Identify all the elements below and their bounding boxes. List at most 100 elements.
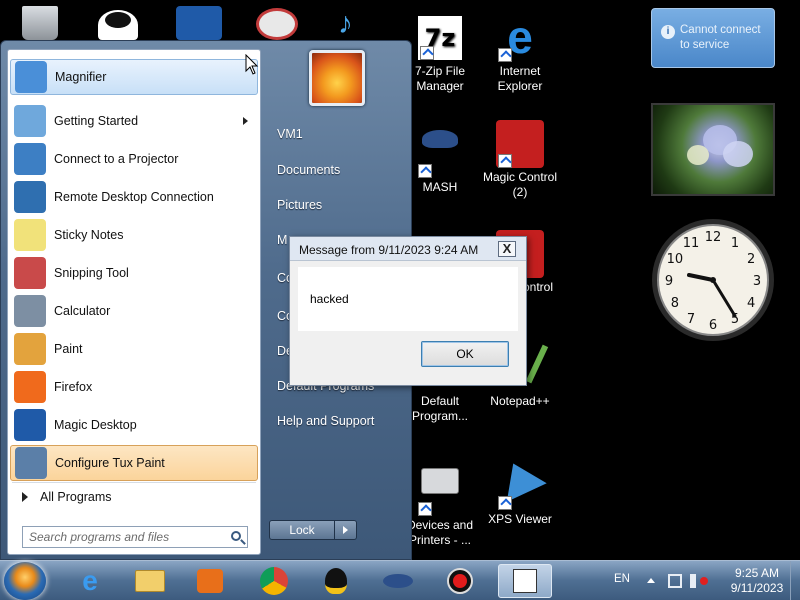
start-program-label: Snipping Tool bbox=[54, 266, 129, 280]
search-icon bbox=[231, 531, 241, 541]
clock-numeral: 2 bbox=[747, 252, 755, 267]
desktop-icon-mash[interactable]: MASH bbox=[402, 120, 478, 195]
show-desktop-button[interactable] bbox=[790, 561, 800, 600]
start-menu-programs-pane: Magnifier Getting Started Connect to a Pro… bbox=[7, 49, 261, 555]
desktop-icon-label: Default Program... bbox=[411, 394, 468, 423]
desktop-icon-label: MASH bbox=[422, 180, 458, 194]
magic-control-icon bbox=[496, 120, 544, 168]
start-program-item[interactable]: Sticky Notes bbox=[10, 217, 258, 253]
info-icon: i bbox=[661, 25, 675, 39]
start-program-label: Getting Started bbox=[54, 114, 139, 128]
clock-numeral: 10 bbox=[667, 252, 684, 267]
start-link-help-support[interactable]: Help and Support bbox=[277, 414, 374, 428]
tux-paint-config-icon bbox=[15, 447, 47, 479]
start-program-label: Magnifier bbox=[55, 70, 107, 84]
start-program-item[interactable]: Firefox bbox=[10, 369, 258, 405]
taskbar-mash-icon[interactable] bbox=[374, 564, 422, 598]
start-program-label: Magic Desktop bbox=[54, 418, 137, 432]
start-program-item[interactable]: Magnifier bbox=[10, 59, 258, 95]
start-program-item[interactable]: Calculator bbox=[10, 293, 258, 329]
desktop-icon-label: XPS Viewer bbox=[488, 512, 552, 526]
taskbar-chrome-icon[interactable] bbox=[250, 564, 298, 598]
volume-muted-icon[interactable] bbox=[690, 574, 708, 588]
calculator-icon bbox=[14, 295, 46, 327]
paint-icon bbox=[14, 333, 46, 365]
start-program-item[interactable]: Magic Desktop bbox=[10, 407, 258, 443]
show-hidden-icons-icon[interactable] bbox=[647, 578, 655, 583]
desktop-icon-label: Notepad++ bbox=[490, 394, 550, 408]
start-button[interactable] bbox=[4, 562, 46, 600]
start-program-label: Paint bbox=[54, 342, 83, 356]
start-program-label: Firefox bbox=[54, 380, 93, 394]
recycle-bin-icon[interactable] bbox=[22, 6, 58, 40]
firefox-icon bbox=[14, 371, 46, 403]
desktop-icon-label: Magic Control (2) bbox=[482, 170, 558, 199]
magic-desktop-shortcut-icon[interactable] bbox=[176, 6, 222, 40]
all-programs-label: All Programs bbox=[40, 489, 112, 504]
lock-button[interactable]: Lock bbox=[269, 520, 335, 540]
network-icon[interactable] bbox=[668, 574, 682, 588]
desktop-icon-label: 7-Zip File Manager bbox=[414, 64, 465, 93]
taskbar-notepad-window-icon[interactable] bbox=[498, 564, 552, 598]
start-program-item[interactable]: Remote Desktop Connection bbox=[10, 179, 258, 215]
taskbar-windows-explorer-icon[interactable] bbox=[126, 564, 174, 598]
start-program-label: Connect to a Projector bbox=[54, 152, 179, 166]
sticky-notes-icon bbox=[14, 219, 46, 251]
notice-text: Cannot connect to service bbox=[680, 24, 761, 51]
start-program-item[interactable]: Getting Started bbox=[10, 103, 258, 139]
shutdown-options-arrow[interactable] bbox=[335, 520, 357, 540]
clock-numeral: 6 bbox=[709, 318, 717, 333]
start-program-item[interactable]: Snipping Tool bbox=[10, 255, 258, 291]
snipping-shortcut-icon[interactable] bbox=[256, 8, 298, 40]
start-link-music[interactable]: M bbox=[277, 233, 287, 247]
clock-numeral: 1 bbox=[731, 236, 739, 251]
mouse-cursor-icon bbox=[245, 54, 259, 75]
taskbar-tux-icon[interactable] bbox=[312, 564, 360, 598]
dialog-message: hacked bbox=[310, 292, 349, 306]
language-indicator[interactable]: EN bbox=[614, 573, 630, 585]
start-link-pictures[interactable]: Pictures bbox=[277, 198, 322, 212]
slideshow-gadget[interactable] bbox=[651, 103, 775, 196]
desktop-icon-internet-explorer[interactable]: e Internet Explorer bbox=[482, 14, 558, 94]
clock-date: 9/11/2023 bbox=[730, 581, 784, 595]
clock-numeral: 7 bbox=[687, 312, 695, 327]
taskbar-media-player-icon[interactable] bbox=[186, 564, 234, 598]
start-program-item[interactable]: Connect to a Projector bbox=[10, 141, 258, 177]
desktop-icon-magic-control[interactable]: Magic Control (2) bbox=[482, 120, 558, 200]
message-dialog: Message from 9/11/2023 9:24 AM X hacked … bbox=[289, 236, 527, 386]
all-programs-button[interactable]: All Programs bbox=[12, 482, 256, 510]
snipping-tool-icon bbox=[14, 257, 46, 289]
magic-desktop-icon bbox=[14, 409, 46, 441]
start-search-input[interactable]: Search programs and files bbox=[22, 526, 248, 548]
start-program-item[interactable]: Paint bbox=[10, 331, 258, 367]
clock-numeral: 3 bbox=[753, 274, 761, 289]
user-avatar[interactable] bbox=[309, 50, 365, 106]
clock-time: 9:25 AM bbox=[734, 566, 780, 580]
start-program-label: Remote Desktop Connection bbox=[54, 190, 214, 204]
clock-numeral: 11 bbox=[683, 236, 700, 251]
tux-desktop-icon[interactable] bbox=[98, 10, 138, 40]
close-icon[interactable]: X bbox=[498, 241, 516, 257]
taskbar-internet-explorer-icon[interactable]: e bbox=[66, 564, 114, 598]
ok-button[interactable]: OK bbox=[421, 341, 509, 367]
start-link-documents[interactable]: Documents bbox=[277, 163, 340, 177]
desktop-icon-7zip[interactable]: 7z 7-Zip File Manager bbox=[402, 14, 478, 94]
desktop-icon-label: Devices and Printers - ... bbox=[406, 518, 474, 547]
desktop-icon-devices-printers[interactable]: Devices and Printers - ... bbox=[402, 456, 478, 548]
start-program-label: Sticky Notes bbox=[54, 228, 124, 242]
start-program-item[interactable]: Configure Tux Paint bbox=[10, 445, 258, 481]
taskbar-clock[interactable]: 9:25 AM 9/11/2023 bbox=[718, 566, 796, 596]
taskbar-record-icon[interactable] bbox=[436, 564, 484, 598]
printer-icon bbox=[416, 468, 464, 516]
clock-numeral: 12 bbox=[705, 230, 722, 245]
mash-icon bbox=[416, 130, 464, 178]
music-shortcut-icon[interactable]: ♪ bbox=[338, 8, 374, 40]
xps-viewer-icon bbox=[493, 454, 547, 510]
clock-gadget[interactable]: 12 1234567891011 bbox=[650, 217, 776, 343]
service-notice-gadget[interactable]: i Cannot connect to service bbox=[651, 8, 775, 68]
clock-numeral: 4 bbox=[747, 296, 755, 311]
start-link-vm1[interactable]: VM1 bbox=[277, 127, 303, 141]
taskbar: e EN 9:25 AM 9/11/2023 bbox=[0, 560, 800, 600]
desktop-icon-xps-viewer[interactable]: XPS Viewer bbox=[482, 454, 558, 527]
submenu-arrow-icon bbox=[243, 117, 248, 125]
